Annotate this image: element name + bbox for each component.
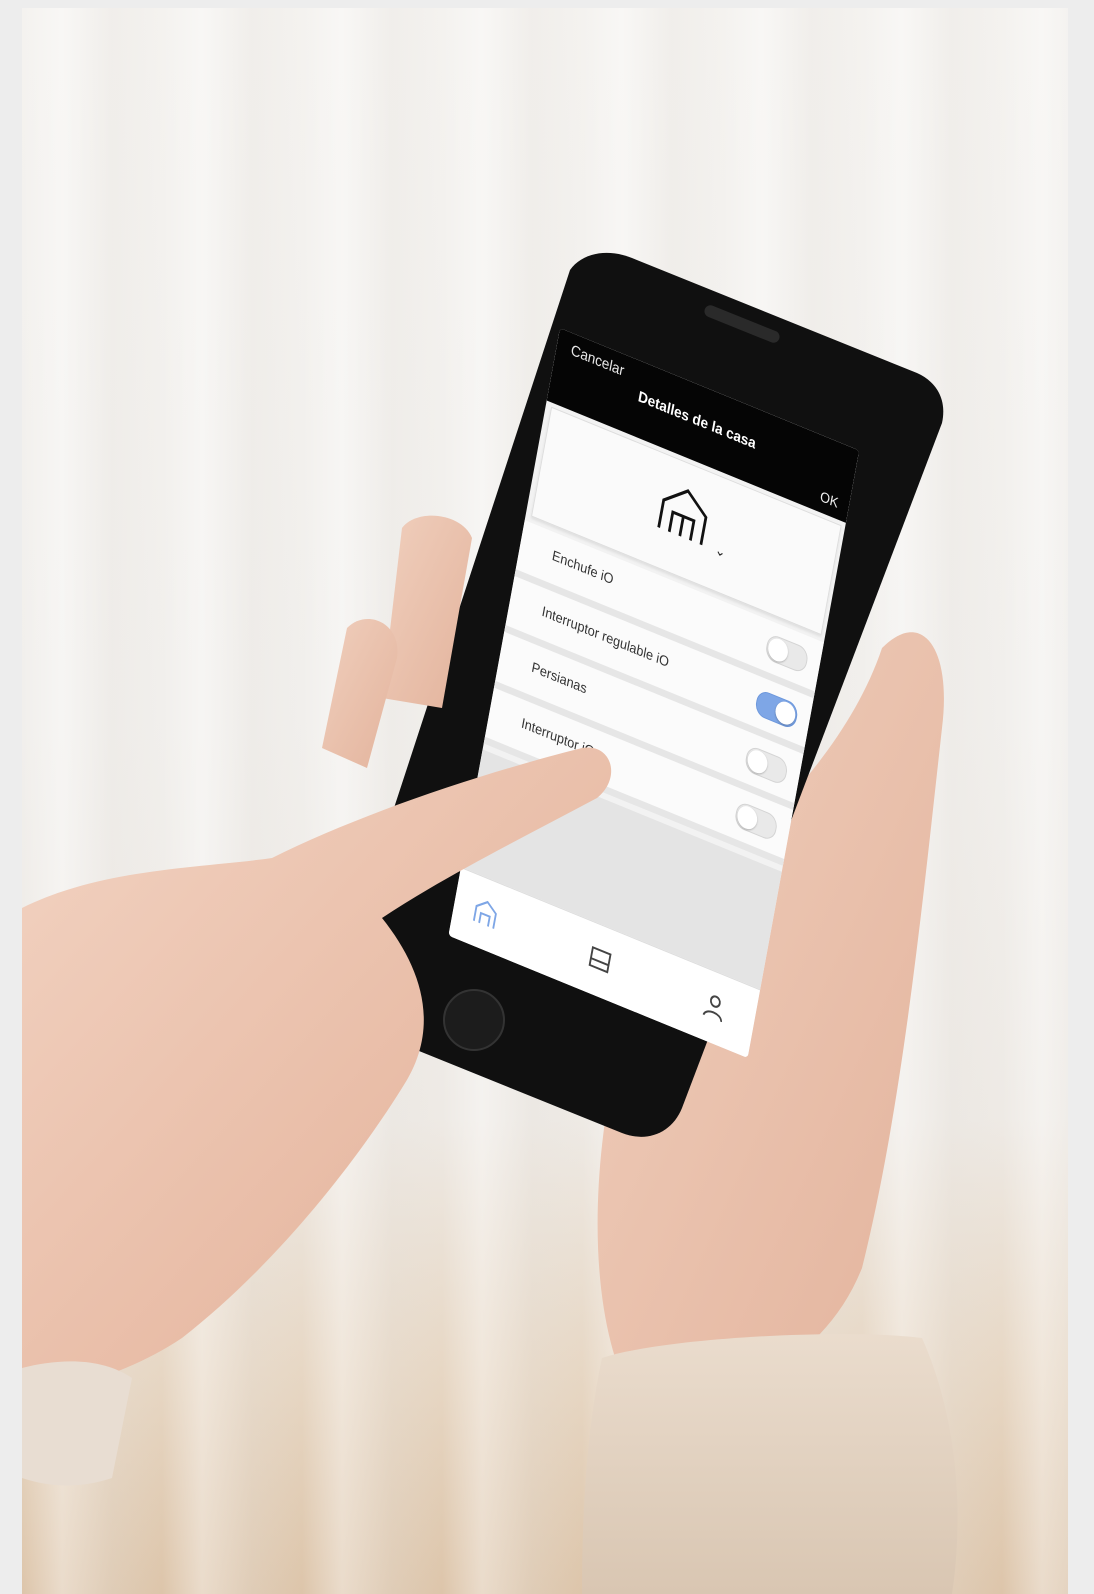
left-hand-layer xyxy=(22,747,612,1486)
left-hand xyxy=(22,747,612,1398)
left-sleeve xyxy=(22,1361,132,1486)
photo-background: Cancelar Detalles de la casa OK ⌄ Enchuf… xyxy=(22,8,1068,1594)
